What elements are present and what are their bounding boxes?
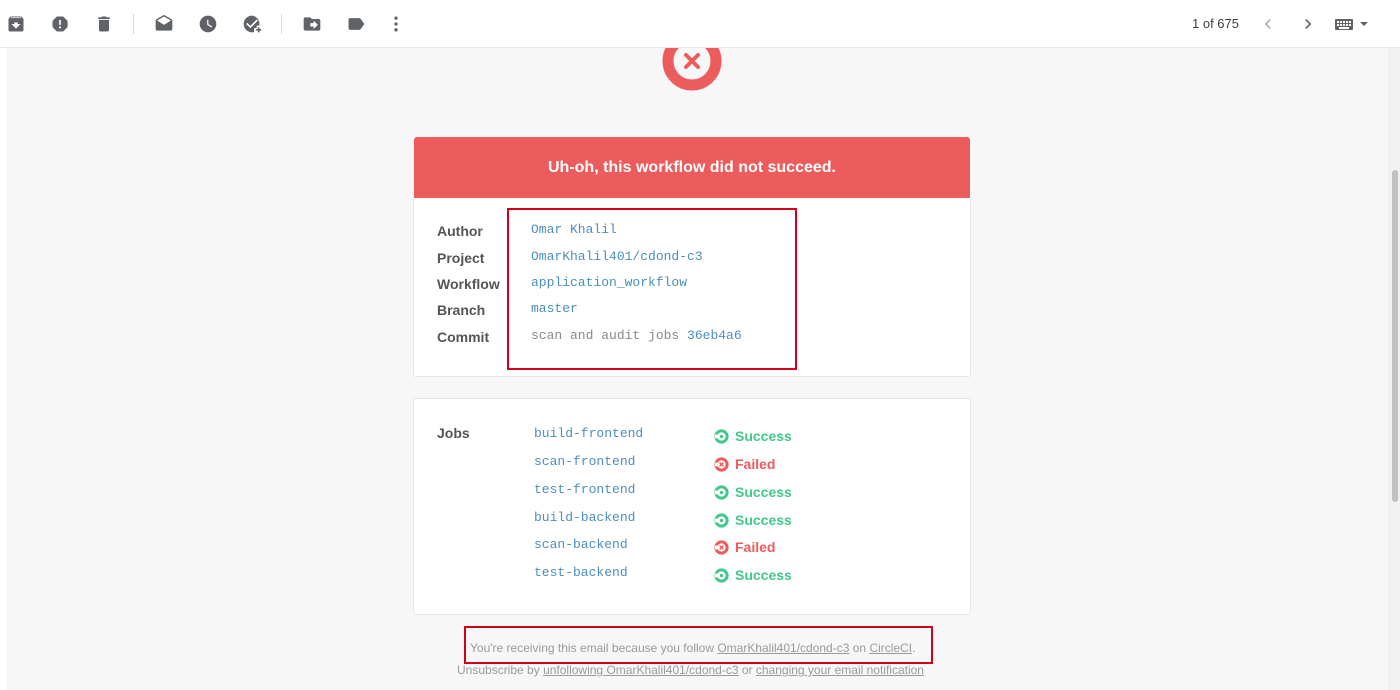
job-status-text: Success [735, 428, 792, 444]
email-toolbar: 1 of 675 [0, 0, 1400, 48]
failed-status-icon [714, 539, 729, 555]
email-body: Uh-oh, this workflow did not succeed. Au… [6, 47, 1388, 690]
job-name-link[interactable]: build-backend [534, 510, 635, 525]
job-status-text: Success [735, 484, 792, 500]
author-label: Author [437, 223, 483, 239]
success-status-icon [714, 512, 729, 528]
input-tools-button[interactable] [1334, 14, 1372, 34]
circleci-failed-logo-icon [662, 47, 722, 91]
pagination-count: 1 of 675 [1192, 16, 1239, 31]
job-name-link[interactable]: test-frontend [534, 482, 635, 497]
branch-label: Branch [437, 302, 486, 318]
mark-read-icon[interactable] [152, 12, 176, 36]
workflow-status-banner: Uh-oh, this workflow did not succeed. [414, 137, 970, 199]
delete-icon[interactable] [92, 12, 116, 36]
footer-text: Unsubscribe by [457, 663, 540, 677]
move-to-icon[interactable] [300, 12, 324, 36]
job-status: Success [714, 484, 792, 500]
commit-label: Commit [437, 329, 490, 345]
job-status: Success [714, 428, 792, 444]
job-status: Failed [714, 539, 775, 555]
toolbar-divider [133, 14, 134, 34]
job-status-text: Success [735, 567, 792, 583]
archive-icon[interactable] [4, 12, 28, 36]
job-status-text: Success [735, 512, 792, 528]
job-status: Success [714, 512, 792, 528]
chevron-right-icon[interactable] [1296, 12, 1320, 36]
toolbar-divider [281, 14, 282, 34]
success-status-icon [714, 567, 729, 583]
success-status-icon [714, 428, 729, 444]
job-name-link[interactable]: build-frontend [534, 426, 643, 441]
failed-status-icon [714, 456, 729, 472]
jobs-label: Jobs [437, 425, 470, 441]
job-name-link[interactable]: scan-backend [534, 537, 628, 552]
jobs-card: Jobs build-frontend scan-frontend test-f… [413, 398, 971, 615]
job-name-link[interactable]: test-backend [534, 565, 628, 580]
job-status: Failed [714, 456, 775, 472]
chevron-left-icon[interactable] [1256, 12, 1280, 36]
footer-unsubscribe-notice: Unsubscribe by unfollowing OmarKhalil401… [457, 663, 924, 677]
job-status: Success [714, 567, 792, 583]
label-icon[interactable] [344, 12, 368, 36]
footer-highlight-box [464, 626, 933, 664]
notification-settings-link[interactable]: changing your email notification [756, 663, 924, 677]
footer-text: or [741, 663, 753, 677]
add-task-icon[interactable] [240, 12, 264, 36]
keyboard-icon [1335, 19, 1353, 30]
dropdown-arrow-icon [1360, 22, 1368, 26]
project-label: Project [437, 250, 485, 266]
scrollbar-thumb[interactable] [1392, 170, 1398, 502]
unfollow-link[interactable]: unfollowing OmarKhalil401/cdond-c3 [543, 663, 738, 677]
workflow-label: Workflow [437, 276, 500, 292]
more-options-icon[interactable] [384, 12, 408, 36]
report-spam-icon[interactable] [48, 12, 72, 36]
snooze-icon[interactable] [196, 12, 220, 36]
details-highlight-box [507, 208, 797, 370]
job-status-text: Failed [735, 539, 776, 555]
job-name-link[interactable]: scan-frontend [534, 454, 635, 469]
job-status-text: Failed [735, 456, 776, 472]
success-status-icon [714, 484, 729, 500]
